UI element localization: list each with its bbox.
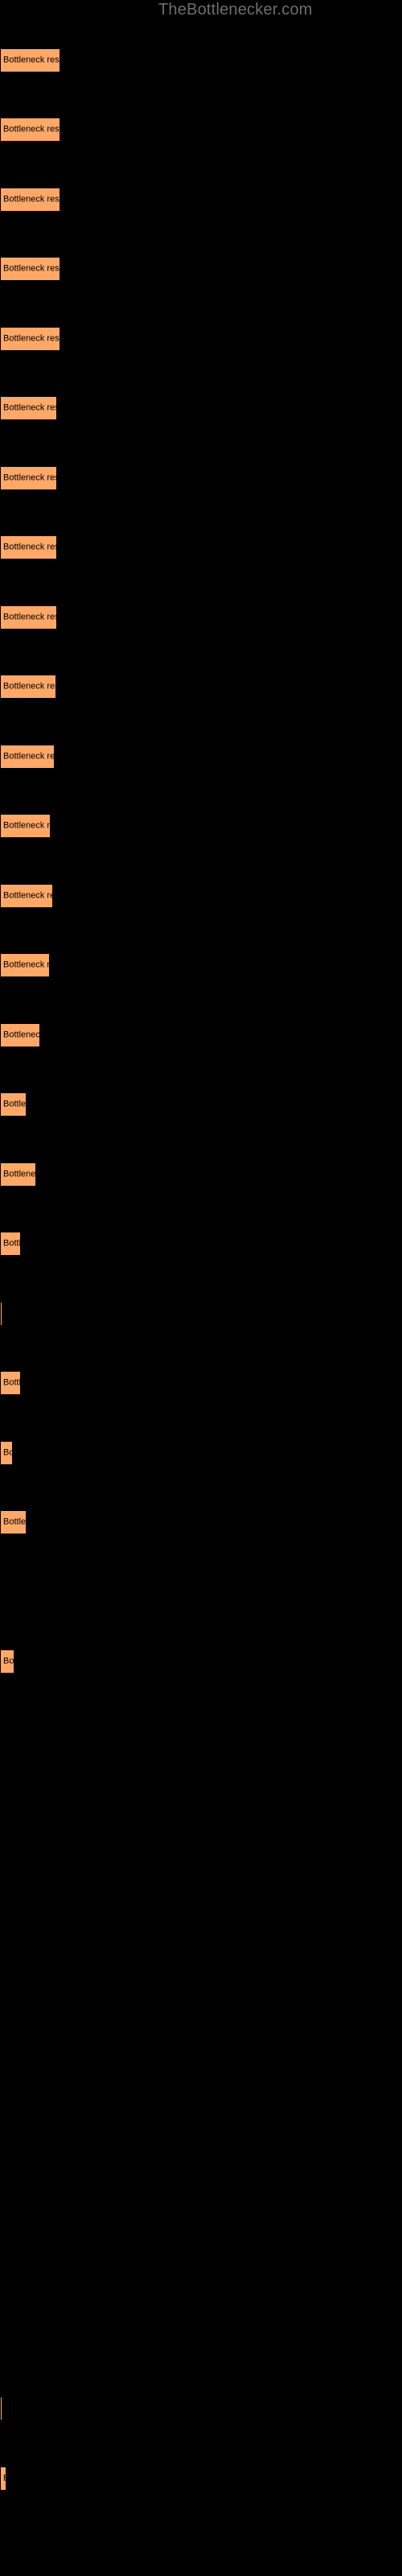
bar-label: Bottleneck result xyxy=(3,263,59,274)
bar: Bottleneck result xyxy=(0,1441,13,1465)
bar: Bottleneck result xyxy=(0,953,50,977)
bar: Bottleneck result xyxy=(0,257,60,281)
bar-label: Bottleneck result xyxy=(3,1447,12,1458)
bar: Bottleneck result xyxy=(0,605,57,630)
bar: Bottleneck result xyxy=(0,1162,36,1187)
bar-label: Bottleneck result xyxy=(3,612,56,622)
bar-label: Bottleneck result xyxy=(3,681,55,691)
bar-label: Bottleneck result xyxy=(3,1377,21,1388)
bar: Bottleneck result xyxy=(0,675,56,699)
bar-label: Bottleneck result xyxy=(3,820,51,831)
bar: Bottleneck result xyxy=(0,1371,21,1395)
bar-label: Bottleneck result xyxy=(3,542,56,552)
bar: Bottleneck result xyxy=(0,1649,14,1674)
bar-label: Bottleneck result xyxy=(3,473,56,483)
bar-label: Bottleneck result xyxy=(3,124,59,134)
bar-label: Bottleneck result xyxy=(3,55,59,65)
bar: Bottleneck result xyxy=(0,2396,2,2421)
bar-label: Bottleneck result xyxy=(3,890,52,901)
bar-label: Bottleneck result xyxy=(3,2474,6,2483)
bar: Bottleneck result xyxy=(0,745,55,769)
bar: Bottleneck result xyxy=(0,118,60,142)
bar-label: Bottleneck result xyxy=(3,1169,36,1179)
bar-label: Bottleneck result xyxy=(3,1517,27,1527)
bar: Bottleneck result xyxy=(0,396,57,420)
bar: Bottleneck result xyxy=(0,48,60,72)
bar: Bottleneck result xyxy=(0,1510,27,1534)
bar: Bottleneck result xyxy=(0,466,57,490)
bar: Bottleneck result xyxy=(0,2467,6,2491)
bar: Bottleneck result xyxy=(0,1023,40,1047)
bar-label: Bottleneck result xyxy=(3,194,59,204)
bar-label: Bottleneck result xyxy=(3,1238,21,1249)
bar-label: Bottleneck result xyxy=(3,333,59,344)
bar: Bottleneck result xyxy=(0,814,51,838)
bar: Bottleneck result xyxy=(0,1092,27,1117)
bar: Bottleneck result xyxy=(0,884,53,908)
bar-label: Bottleneck result xyxy=(3,1099,27,1109)
bar-label: Bottleneck result xyxy=(3,402,56,413)
site-title: TheBottlenecker.com xyxy=(158,1,313,19)
bar-label: Bottleneck result xyxy=(3,960,50,970)
bar-label: Bottleneck result xyxy=(3,751,55,762)
bar: Bottleneck result xyxy=(0,188,60,212)
bar: Bottleneck result xyxy=(0,327,60,351)
bottleneck-bar-chart: TheBottlenecker.com Bottleneck result Bot… xyxy=(0,0,402,2576)
bar-label: Bottleneck result xyxy=(3,1656,14,1666)
bar: Bottleneck result xyxy=(0,1302,2,1326)
bar-label: Bottleneck result xyxy=(3,1030,40,1040)
bar: Bottleneck result xyxy=(0,535,57,559)
bar: Bottleneck result xyxy=(0,1232,21,1256)
